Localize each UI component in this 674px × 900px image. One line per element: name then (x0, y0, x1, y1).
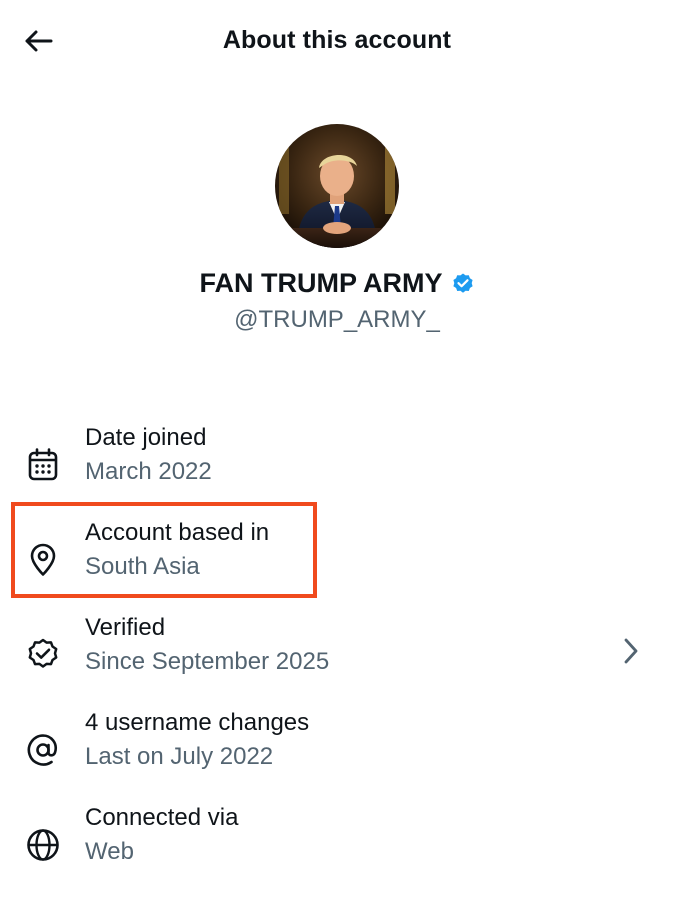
info-row-verified[interactable]: Verified Since September 2025 (0, 614, 674, 694)
row-value: Web (85, 838, 134, 865)
verified-seal-icon (24, 636, 62, 674)
highlight-annotation-box (11, 502, 317, 598)
row-value: Last on July 2022 (85, 743, 274, 770)
at-sign-icon (24, 731, 62, 769)
chevron-right-icon[interactable] (618, 634, 644, 668)
row-title: Connected via (85, 804, 239, 831)
profile-handle: @TRUMP_ARMY_ (234, 306, 440, 333)
globe-icon (24, 826, 62, 864)
page-title: About this account (222, 26, 452, 54)
info-row-date-joined: Date joined March 2022 (0, 424, 674, 504)
verified-badge-icon[interactable] (451, 272, 475, 296)
header-bar: About this account (0, 0, 674, 86)
info-row-username-changes: 4 username changes Last on July 2022 (0, 709, 674, 789)
row-value: Since September 2025 (85, 648, 330, 675)
profile-name-row: FAN TRUMP ARMY (0, 268, 674, 299)
row-title: 4 username changes (85, 709, 310, 736)
profile-name: FAN TRUMP ARMY (199, 268, 443, 298)
calendar-icon (24, 446, 62, 484)
row-title: Date joined (85, 424, 207, 451)
row-title: Verified (85, 614, 166, 641)
row-value: March 2022 (85, 458, 212, 485)
info-row-connected-via: Connected via Web (0, 804, 674, 884)
profile-avatar[interactable] (275, 124, 399, 248)
